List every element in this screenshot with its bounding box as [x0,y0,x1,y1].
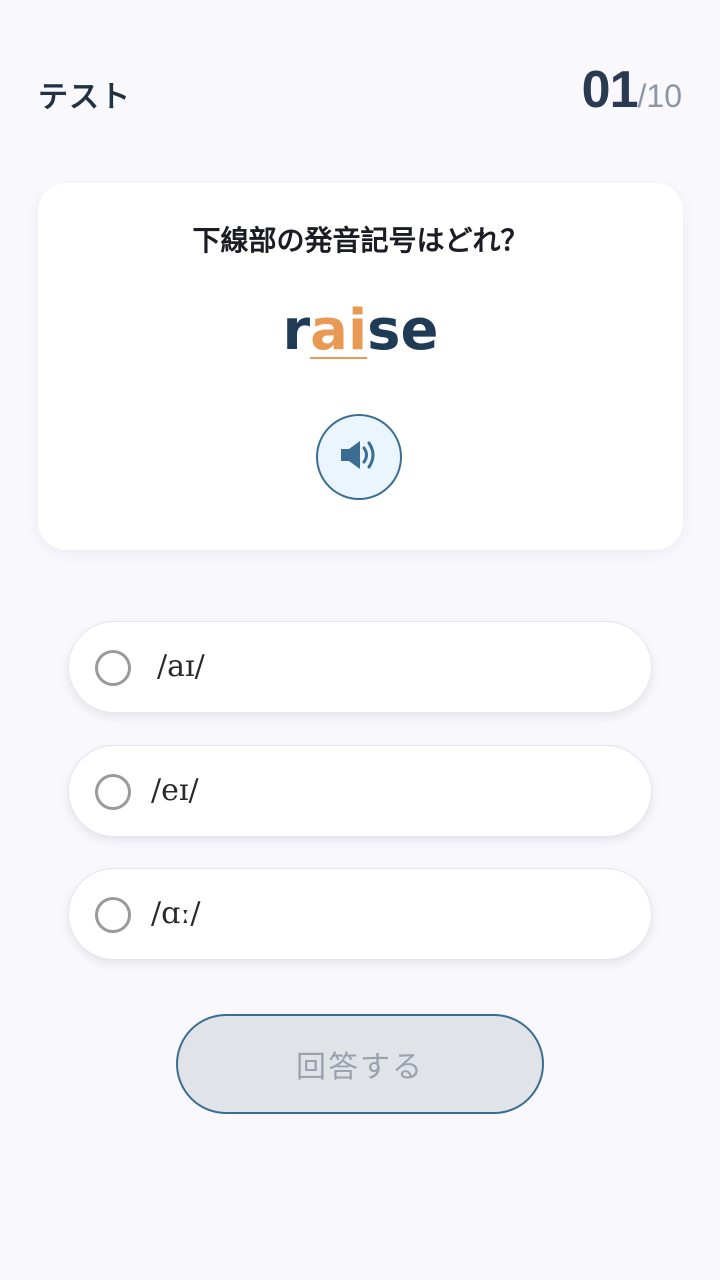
answer-option-1[interactable]: /aɪ/ [68,621,652,713]
play-audio-button[interactable] [316,414,402,500]
current-question-number: 01 [581,61,639,119]
question-prompt: 下線部の発音記号はどれ？ [192,224,529,257]
total-questions: /10 [637,78,682,114]
word-suffix: se [367,298,439,363]
answer-option-label: /aɪ/ [157,649,205,684]
question-card: 下線部の発音記号はどれ？ raise [38,183,683,550]
target-word: raise [38,303,683,359]
submit-answer-button[interactable]: 回答する [176,1014,544,1114]
page-title: テスト [38,80,131,115]
answer-option-label: /ɑː/ [151,896,201,931]
question-counter: 01/10 [582,60,682,120]
radio-button[interactable] [95,650,131,686]
answer-option-3[interactable]: /ɑː/ [68,868,652,960]
speaker-icon [338,437,380,477]
answer-option-2[interactable]: /eɪ/ [68,745,652,837]
word-underlined-part: ai [310,298,368,363]
answer-option-label: /eɪ/ [151,773,199,808]
word-prefix: r [282,298,311,363]
radio-button[interactable] [95,774,131,810]
radio-button[interactable] [95,897,131,933]
